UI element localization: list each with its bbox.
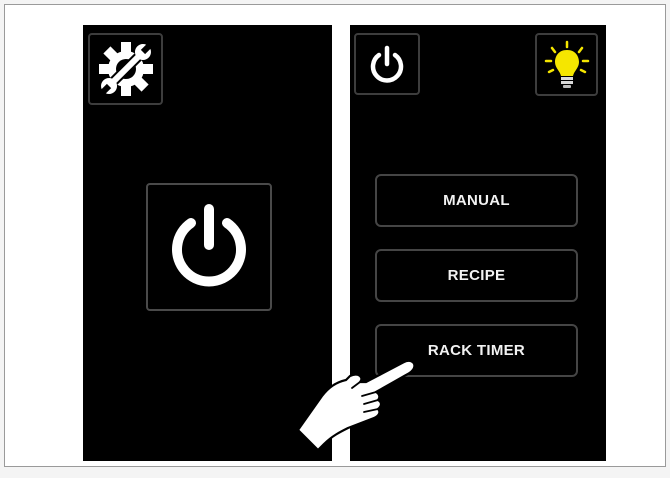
manual-button[interactable]: MANUAL <box>375 174 578 227</box>
power-icon <box>370 45 404 83</box>
light-bulb-icon <box>544 40 589 88</box>
main-power-button[interactable] <box>146 183 272 311</box>
power-button[interactable] <box>354 33 420 95</box>
light-button[interactable] <box>535 33 598 96</box>
recipe-button[interactable]: RECIPE <box>375 249 578 302</box>
settings-gear-wrench-icon <box>98 42 153 96</box>
settings-button[interactable] <box>88 33 163 105</box>
pointing-hand-icon <box>296 359 416 452</box>
power-icon <box>172 204 246 287</box>
